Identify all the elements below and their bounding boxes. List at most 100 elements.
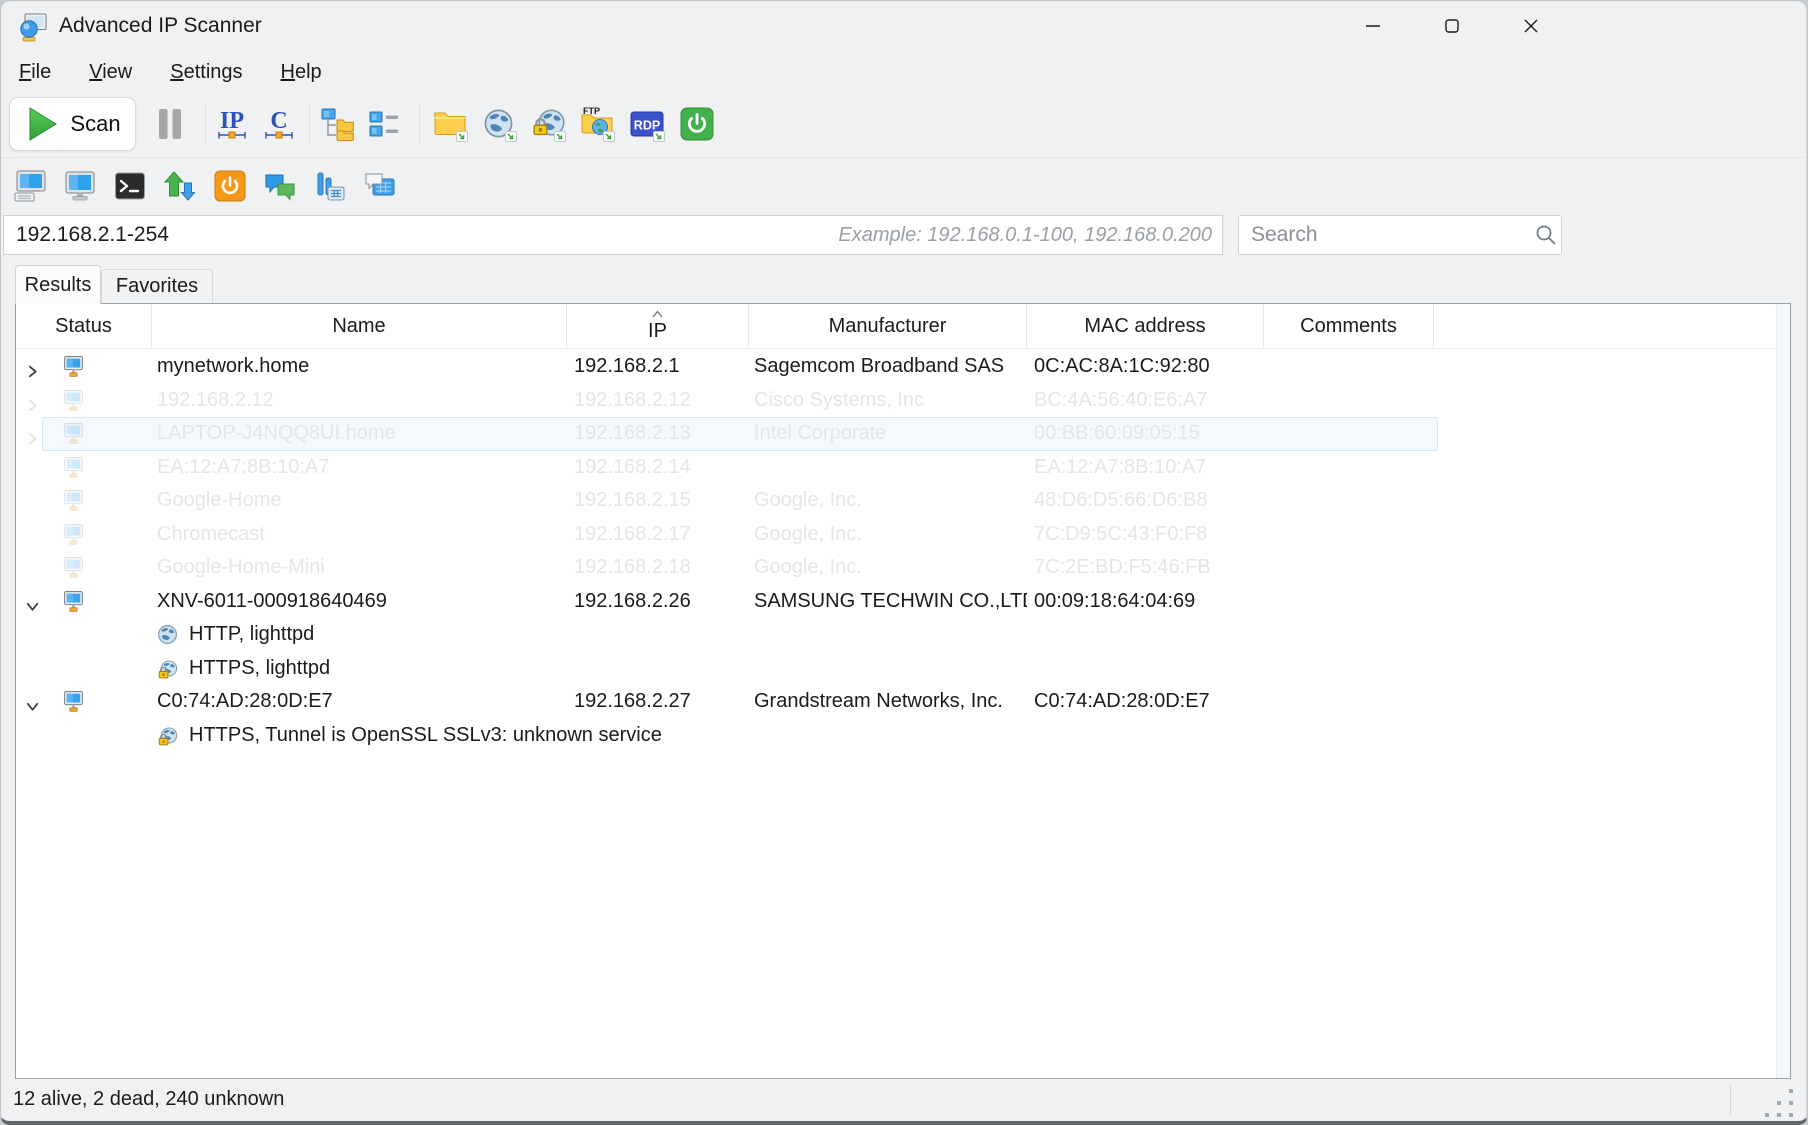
device-manufacturer: Grandstream Networks, Inc. bbox=[749, 685, 1027, 719]
device-mac: 00:09:18:64:04:69 bbox=[1027, 585, 1264, 619]
column-header-comments[interactable]: Comments bbox=[1264, 304, 1434, 348]
table-row[interactable]: Google-Home 192.168.2.15 Google, Inc. 48… bbox=[16, 484, 1776, 518]
table-row[interactable]: 192.168.2.12 192.168.2.12 Cisco Systems,… bbox=[16, 384, 1776, 418]
pause-button[interactable] bbox=[151, 107, 189, 141]
device-icon bbox=[62, 556, 85, 579]
voice-chat-button[interactable] bbox=[313, 169, 347, 203]
scan-ip-button[interactable]: IP bbox=[211, 104, 253, 144]
view-only-button[interactable] bbox=[63, 169, 97, 203]
service-row[interactable]: HTTPS, Tunnel is OpenSSL SSLv3: unknown … bbox=[16, 719, 1776, 753]
search-input[interactable] bbox=[1239, 223, 1534, 247]
file-transfer-button[interactable] bbox=[163, 169, 197, 203]
table-row[interactable]: XNV-6011-000918640469 192.168.2.26 SAMSU… bbox=[16, 585, 1776, 619]
shutdown-icon bbox=[213, 169, 247, 203]
device-manufacturer: Sagemcom Broadband SAS bbox=[749, 350, 1027, 384]
service-row[interactable]: HTTP, lighttpd bbox=[16, 618, 1776, 652]
send-message-button[interactable] bbox=[363, 169, 397, 203]
sort-ascending-icon bbox=[651, 310, 664, 319]
device-comments bbox=[1264, 384, 1434, 418]
main-toolbar: Scan IP C bbox=[1, 91, 1807, 158]
expand-chevron-icon[interactable] bbox=[24, 425, 41, 442]
device-manufacturer: Google, Inc. bbox=[749, 518, 1027, 552]
table-row[interactable]: Google-Home-Mini 192.168.2.18 Google, In… bbox=[16, 551, 1776, 585]
tab-results-label: Results bbox=[25, 274, 92, 297]
device-comments bbox=[1264, 484, 1434, 518]
ftp-folder-icon: FTP bbox=[578, 105, 616, 143]
expand-chevron-icon[interactable] bbox=[24, 392, 41, 409]
power-button[interactable] bbox=[678, 106, 716, 142]
tab-results[interactable]: Results bbox=[15, 265, 101, 304]
minimize-button[interactable] bbox=[1333, 1, 1412, 51]
voice-chat-icon bbox=[313, 169, 347, 203]
menu-file[interactable]: File bbox=[7, 57, 63, 88]
column-header-status[interactable]: Status bbox=[16, 304, 152, 348]
table-row[interactable]: mynetwork.home 192.168.2.1 Sagemcom Broa… bbox=[16, 350, 1776, 384]
title-bar: Advanced IP Scanner bbox=[1, 1, 1807, 53]
device-manufacturer bbox=[749, 451, 1027, 485]
device-comments bbox=[1264, 350, 1434, 384]
table-row-selected[interactable]: LAPTOP-J4NQQ8UI.home 192.168.2.13 Intel … bbox=[16, 417, 1776, 451]
table-row[interactable]: EA:12:A7:8B:10:A7 192.168.2.14 EA:12:A7:… bbox=[16, 451, 1776, 485]
device-name: XNV-6011-000918640469 bbox=[152, 585, 567, 619]
ip-range-input[interactable] bbox=[4, 223, 838, 247]
device-ip: 192.168.2.15 bbox=[567, 484, 749, 518]
full-control-button[interactable] bbox=[13, 169, 47, 203]
table-header: Status Name IP Manufacturer MAC address … bbox=[16, 304, 1776, 349]
tab-favorites-label: Favorites bbox=[116, 275, 198, 298]
toolbar-separator bbox=[309, 105, 310, 145]
device-ip: 192.168.2.14 bbox=[567, 451, 749, 485]
device-manufacturer: Cisco Systems, Inc bbox=[749, 384, 1027, 418]
close-button[interactable] bbox=[1491, 1, 1570, 51]
scan-class-c-button[interactable]: C bbox=[259, 104, 299, 144]
expand-chevron-icon[interactable] bbox=[24, 358, 41, 375]
vertical-scrollbar[interactable] bbox=[1776, 304, 1790, 1078]
chat-button[interactable] bbox=[263, 169, 297, 203]
service-row[interactable]: HTTPS, lighttpd bbox=[16, 652, 1776, 686]
tree-view-button[interactable] bbox=[319, 105, 357, 143]
device-ip: 192.168.2.12 bbox=[567, 384, 749, 418]
rdp-button[interactable]: RDP bbox=[628, 105, 666, 143]
play-icon bbox=[24, 106, 60, 142]
https-service-icon bbox=[157, 658, 178, 679]
ip-tool-label: IP bbox=[220, 108, 244, 134]
collapse-chevron-icon[interactable] bbox=[24, 693, 41, 710]
maximize-button[interactable] bbox=[1412, 1, 1491, 51]
table-row[interactable]: C0:74:AD:28:0D:E7 192.168.2.27 Grandstre… bbox=[16, 685, 1776, 719]
column-header-spacer bbox=[1434, 304, 1776, 348]
menu-view[interactable]: View bbox=[77, 57, 144, 88]
device-ip: 192.168.2.17 bbox=[567, 518, 749, 552]
device-icon bbox=[62, 456, 85, 479]
https-button[interactable] bbox=[529, 105, 567, 143]
resize-grip[interactable] bbox=[1765, 1089, 1797, 1117]
app-icon bbox=[17, 11, 49, 43]
shutdown-button[interactable] bbox=[213, 169, 247, 203]
device-ip: 192.168.2.27 bbox=[567, 685, 749, 719]
column-header-manufacturer[interactable]: Manufacturer bbox=[749, 304, 1027, 348]
column-header-mac[interactable]: MAC address bbox=[1027, 304, 1264, 348]
list-view-button[interactable] bbox=[365, 106, 403, 142]
column-header-name[interactable]: Name bbox=[152, 304, 567, 348]
chat-bubbles-icon bbox=[263, 169, 297, 203]
menu-help[interactable]: Help bbox=[269, 57, 334, 88]
device-mac: 48:D6:D5:66:D6:B8 bbox=[1027, 484, 1264, 518]
telnet-button[interactable] bbox=[113, 169, 147, 203]
device-name: EA:12:A7:8B:10:A7 bbox=[152, 451, 567, 485]
device-icon bbox=[62, 422, 85, 445]
device-comments bbox=[1264, 685, 1434, 719]
menu-settings[interactable]: Settings bbox=[158, 57, 254, 88]
ftp-button[interactable]: FTP bbox=[578, 105, 616, 143]
column-header-ip[interactable]: IP bbox=[567, 304, 749, 348]
table-row[interactable]: Chromecast 192.168.2.17 Google, Inc. 7C:… bbox=[16, 518, 1776, 552]
explore-button[interactable] bbox=[431, 105, 469, 143]
send-message-icon bbox=[363, 169, 397, 203]
http-button[interactable] bbox=[480, 105, 518, 143]
status-divider bbox=[1730, 1085, 1731, 1115]
window-controls bbox=[1333, 1, 1570, 51]
collapse-chevron-icon[interactable] bbox=[24, 593, 41, 610]
scan-button[interactable]: Scan bbox=[9, 97, 136, 151]
ip-range-field[interactable]: Example: 192.168.0.1-100, 192.168.0.200 bbox=[3, 215, 1223, 255]
device-ip: 192.168.2.1 bbox=[567, 350, 749, 384]
device-manufacturer: Intel Corporate bbox=[749, 417, 1027, 451]
search-box[interactable] bbox=[1238, 215, 1562, 255]
tab-favorites[interactable]: Favorites bbox=[101, 269, 213, 303]
